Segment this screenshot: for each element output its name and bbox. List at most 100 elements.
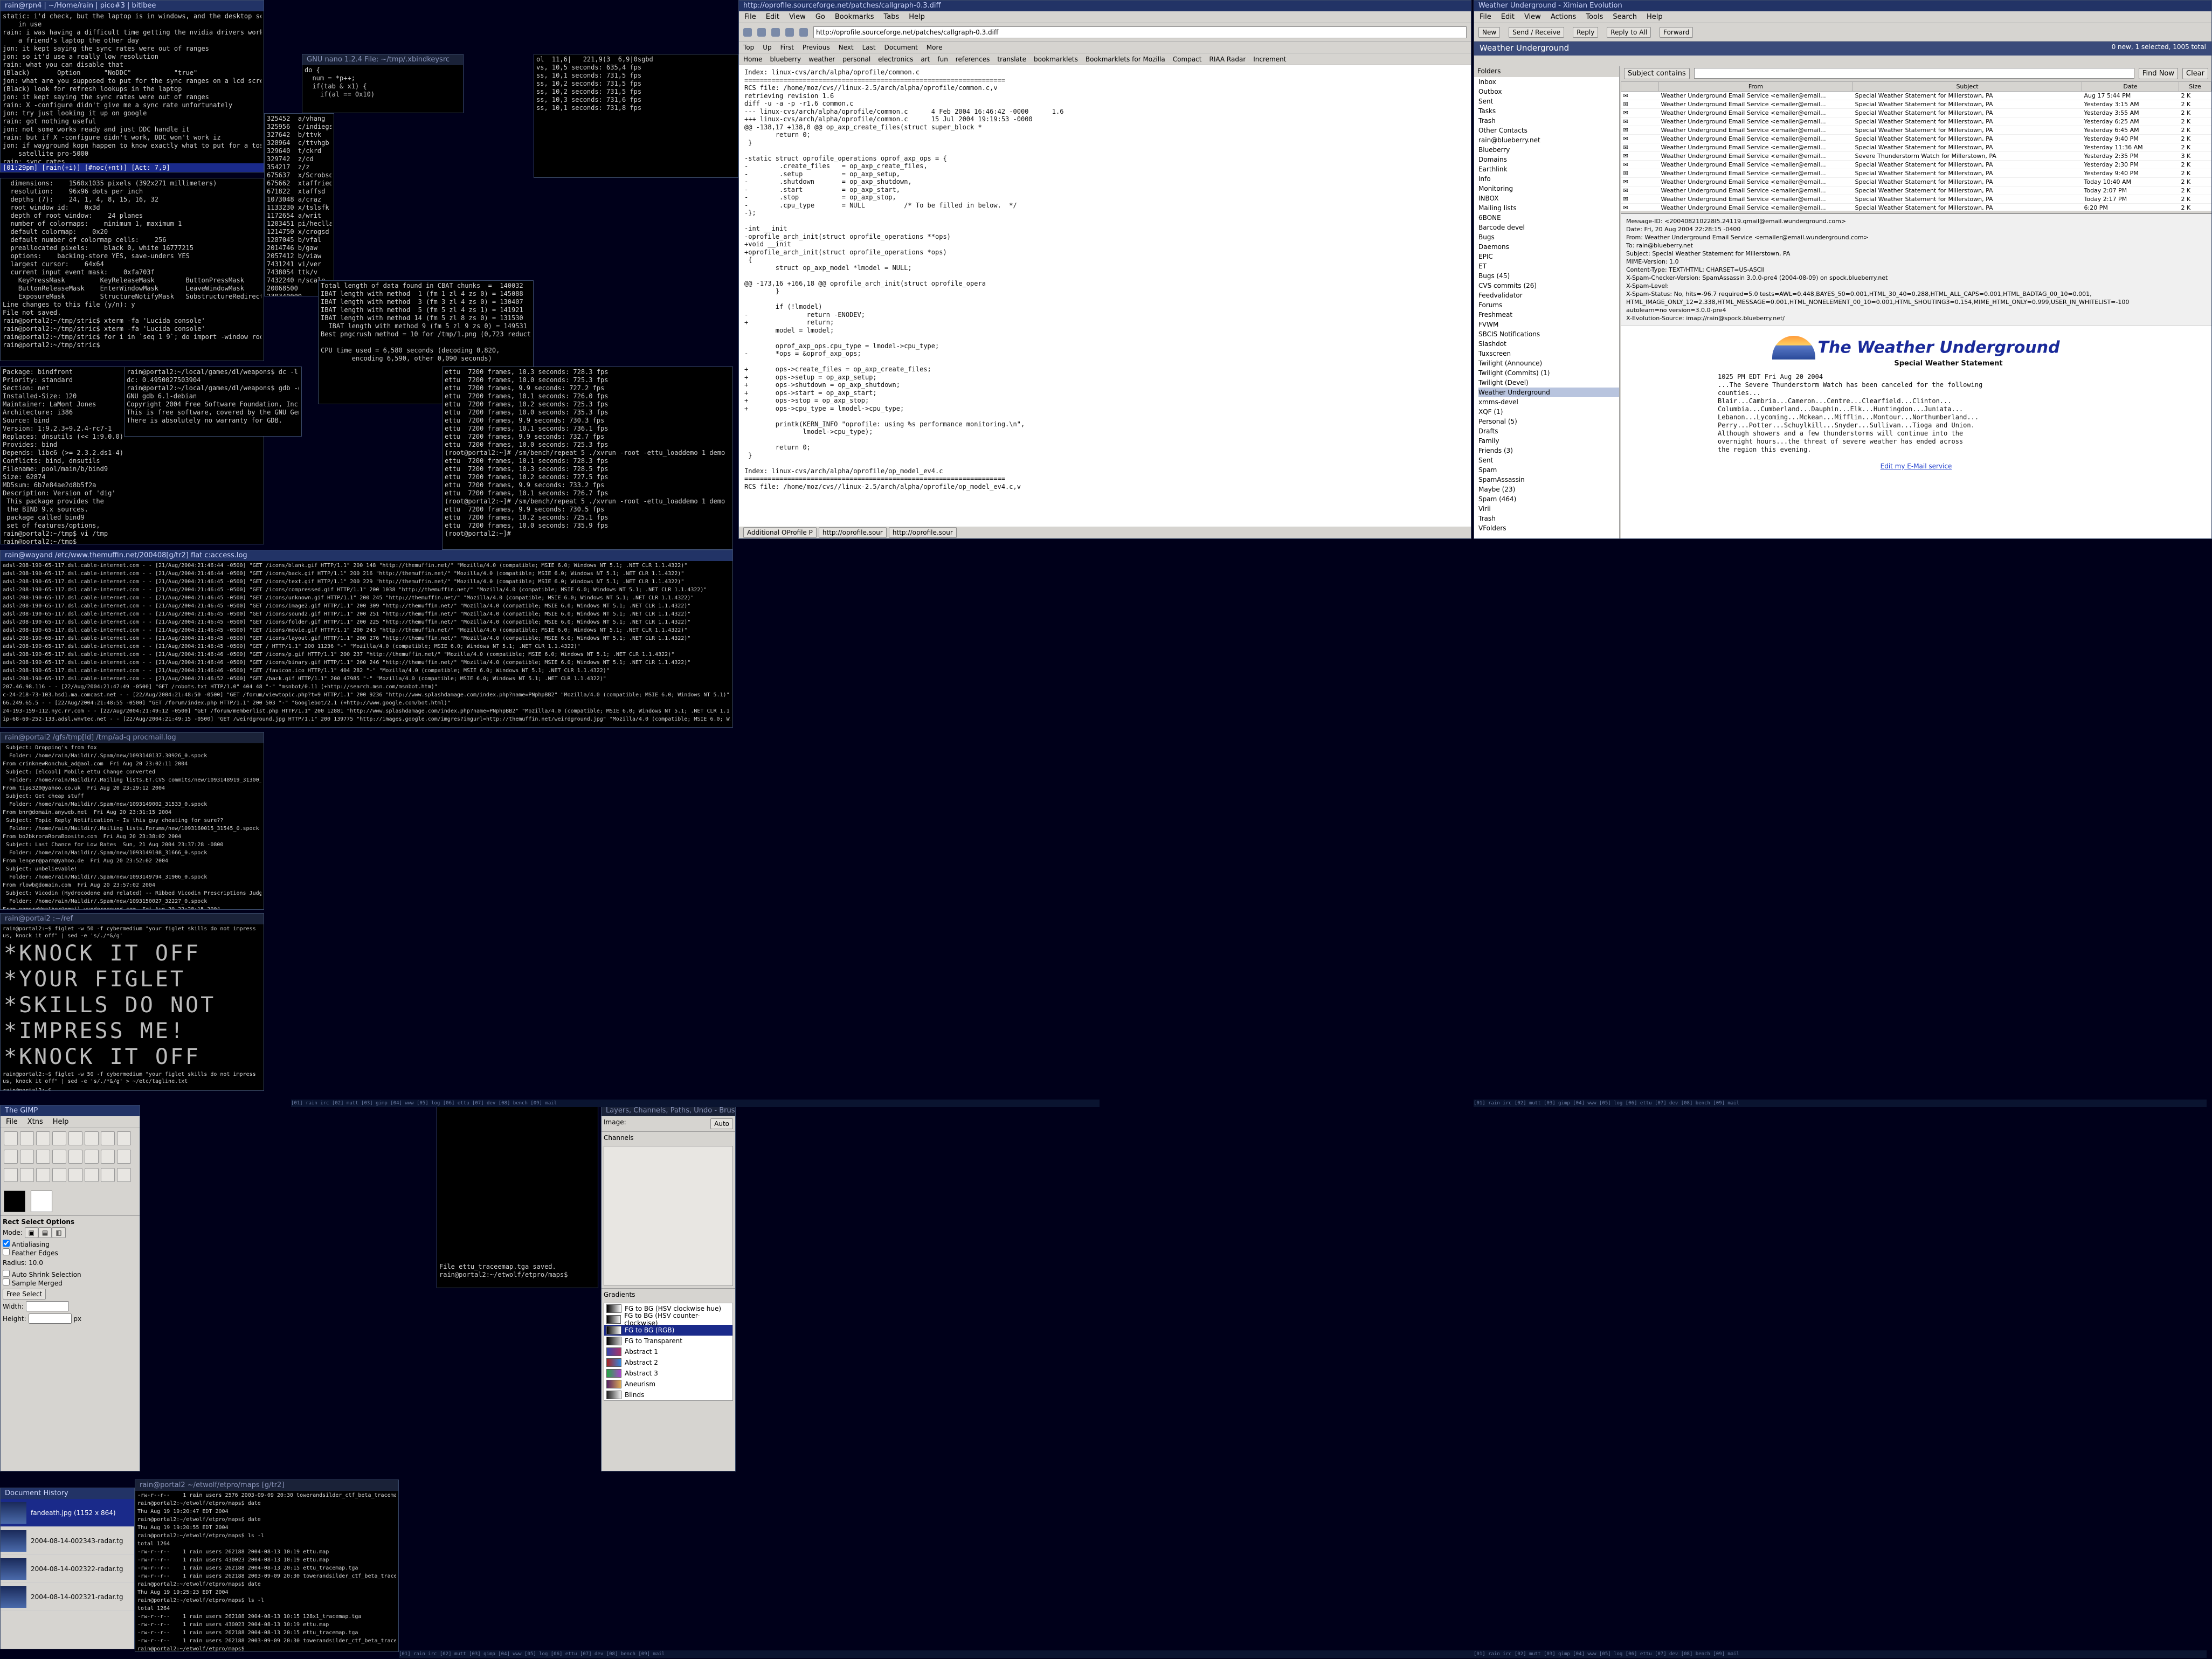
procmail-log-terminal[interactable]: rain@portal2 /gfs/tmp[ld] /tmp/ad-q proc… (0, 732, 264, 910)
folder-tree[interactable]: Inbox Outbox Sent Tasks Trash Other Contacts r… (1474, 77, 1619, 533)
line[interactable]: rain@blueberry.net (1478, 135, 1619, 145)
dock-title[interactable]: Layers, Channels, Paths, Undo - Brushes,… (602, 1105, 735, 1116)
message-row[interactable]: ✉ Weather Underground Email Service <emai… (1621, 203, 2211, 211)
gradient-item[interactable]: FG to BG (HSV counter-clockwise) (604, 1312, 732, 1327)
message-row[interactable]: ✉ Weather Underground Email Service <emai… (1621, 134, 2211, 143)
select-mode-dropdown[interactable]: Free Select (3, 1289, 46, 1299)
color-select-tool-icon[interactable] (68, 1131, 82, 1145)
message-row[interactable]: ✉ Weather Underground Email Service <emai… (1621, 151, 2211, 161)
line[interactable]: CVS commits (26) (1478, 281, 1619, 291)
line[interactable]: Maybe (23) (1478, 485, 1619, 494)
pager-strip-2[interactable]: [01] rain irc [02] mutt [03] gimp [04] w… (1474, 1100, 2207, 1107)
column-date[interactable]: Date (2082, 81, 2179, 92)
scissors-tool-icon[interactable] (85, 1131, 99, 1145)
menu-item[interactable]: Send / Receive (1509, 26, 1565, 38)
menu-item[interactable]: Forward (1660, 26, 1693, 38)
browser-window[interactable]: http://oprofile.sourceforge.net/patches/… (738, 0, 1471, 539)
auto-button[interactable]: Auto (710, 1118, 733, 1129)
line[interactable]: Info (1478, 174, 1619, 184)
envelope-icon[interactable]: ✉ (1621, 100, 1659, 109)
menu-item[interactable]: File (6, 1118, 18, 1126)
message-row[interactable]: ✉ Weather Underground Email Service <emai… (1621, 126, 2211, 135)
save-terminal[interactable]: File ettu_traceemap.tga saved. rain@porta… (437, 1105, 598, 1288)
menu-item[interactable]: http://oprofile.sour (888, 527, 957, 538)
forward-icon[interactable] (757, 27, 766, 37)
message-row[interactable]: ✉ Weather Underground Email Service <emai… (1621, 100, 2211, 109)
maps-terminal-title[interactable]: rain@portal2 ~/etwolf/etpro/maps [g/tr2] (135, 1480, 398, 1491)
menu-item[interactable]: Tabs (883, 13, 899, 21)
unit-select[interactable]: px (73, 1315, 81, 1323)
menu-item[interactable]: references (956, 56, 990, 63)
irc-window[interactable]: rain@rpn4 | ~/Home/rain | pico#3 | bitlb… (0, 0, 264, 172)
paths-tool-icon[interactable] (101, 1131, 115, 1145)
menu-item[interactable]: File (1480, 13, 1491, 21)
smudge-tool-icon[interactable] (117, 1168, 131, 1182)
bucket-fill-tool-icon[interactable] (117, 1150, 131, 1164)
menu-item[interactable]: More (927, 44, 943, 51)
menu-item[interactable]: Increment (1253, 56, 1286, 63)
auto-shrink-checkbox[interactable] (3, 1270, 10, 1277)
menu-item[interactable]: art (921, 56, 930, 63)
line[interactable]: Daemons (1478, 242, 1619, 252)
editor-window[interactable]: GNU nano 1.2.4 File: ~/tmp/.xbindkeysrc … (302, 54, 464, 113)
line[interactable]: EPIC (1478, 252, 1619, 261)
envelope-icon[interactable]: ✉ (1621, 126, 1659, 135)
pager-strip-1[interactable]: [01] rain irc [02] mutt [03] gimp [04] w… (291, 1100, 1100, 1107)
zoom-tool-icon[interactable] (4, 1150, 18, 1164)
menu-item[interactable]: Help (909, 13, 925, 21)
line[interactable]: Bugs (1478, 232, 1619, 242)
menu-item[interactable]: personal (842, 56, 870, 63)
column-size[interactable]: Size (2179, 81, 2211, 92)
clone-tool-icon[interactable] (101, 1168, 115, 1182)
mode-replace-button[interactable]: ▣ (24, 1227, 38, 1238)
envelope-icon[interactable]: ✉ (1621, 203, 1659, 211)
gimp-tool-grid[interactable] (1, 1128, 140, 1187)
pager-strip-4[interactable]: [01] rain irc [02] mutt [03] gimp [04] w… (1474, 1650, 2207, 1658)
mode-add-button[interactable]: ▤ (38, 1227, 52, 1238)
mail-menubar[interactable]: File Edit View Actions Tools Search Help (1474, 11, 2211, 23)
menu-item[interactable]: weather (808, 56, 835, 63)
envelope-icon[interactable]: ✉ (1621, 91, 1659, 100)
envelope-icon[interactable]: ✉ (1621, 108, 1659, 117)
line[interactable]: Twilight (Commits) (1) (1478, 368, 1619, 378)
line[interactable]: INBOX (1478, 193, 1619, 203)
line[interactable]: Trash (1478, 116, 1619, 126)
message-list[interactable]: From Subject Date Size ✉ Weather Underground… (1621, 81, 2211, 211)
text-tool-icon[interactable] (101, 1150, 115, 1164)
crop-tool-icon[interactable] (52, 1150, 66, 1164)
gradient-item[interactable]: Blinds (604, 1390, 732, 1400)
line[interactable]: Blueberry (1478, 145, 1619, 155)
menu-item[interactable]: Help (53, 1118, 69, 1126)
gradient-item[interactable]: Abstract 1 (604, 1346, 732, 1357)
envelope-icon[interactable]: ✉ (1621, 143, 1659, 152)
line[interactable]: Tasks (1478, 106, 1619, 116)
line[interactable]: Weather Underground (1478, 388, 1619, 397)
sample-merged-checkbox[interactable] (3, 1278, 10, 1285)
line[interactable]: Mailing lists (1478, 203, 1619, 213)
line[interactable]: Family (1478, 436, 1619, 446)
menu-item[interactable]: Compact (1173, 56, 1202, 63)
line[interactable]: Spam (464) (1478, 494, 1619, 504)
menu-item[interactable]: File (744, 13, 756, 21)
home-icon[interactable] (799, 27, 808, 37)
document-history-item[interactable]: 2004-08-14-002321-radar.tg (1, 1583, 134, 1611)
edit-email-service-link[interactable]: Edit my E-Mail service (1621, 462, 2211, 470)
menu-item[interactable]: Edit (766, 13, 779, 21)
gdb-terminal[interactable]: rain@portal2:~/local/games/dl/weapons$ d… (124, 367, 302, 437)
document-history-title[interactable]: Document History (1, 1488, 134, 1499)
menu-item[interactable]: View (789, 13, 806, 21)
browser-title[interactable]: http://oprofile.sourceforge.net/patches/… (739, 1, 1471, 11)
free-select-tool-icon[interactable] (36, 1131, 50, 1145)
message-row[interactable]: ✉ Weather Underground Email Service <emai… (1621, 91, 2211, 100)
reload-icon[interactable] (771, 27, 780, 37)
menu-item[interactable]: fun (937, 56, 948, 63)
menu-item[interactable]: Home (743, 56, 762, 63)
mail-client-title[interactable]: Weather Underground - Ximian Evolution (1474, 1, 2211, 11)
menu-item[interactable]: Document (884, 44, 918, 51)
bookmarks-toolbar[interactable]: Home blueberry weather personal electronics a… (739, 53, 1471, 65)
message-row[interactable]: ✉ Weather Underground Email Service <emai… (1621, 186, 2211, 195)
line[interactable]: Virii (1478, 504, 1619, 514)
search-bar[interactable]: Subject contains Find Now Clear (1621, 66, 2211, 80)
browser-tab-bar[interactable]: Additional OProfile Phttp://oprofile.sou… (739, 527, 1471, 538)
access-log-terminal[interactable]: rain@wayand /etc/www.themuffin.net/20040… (0, 550, 733, 728)
